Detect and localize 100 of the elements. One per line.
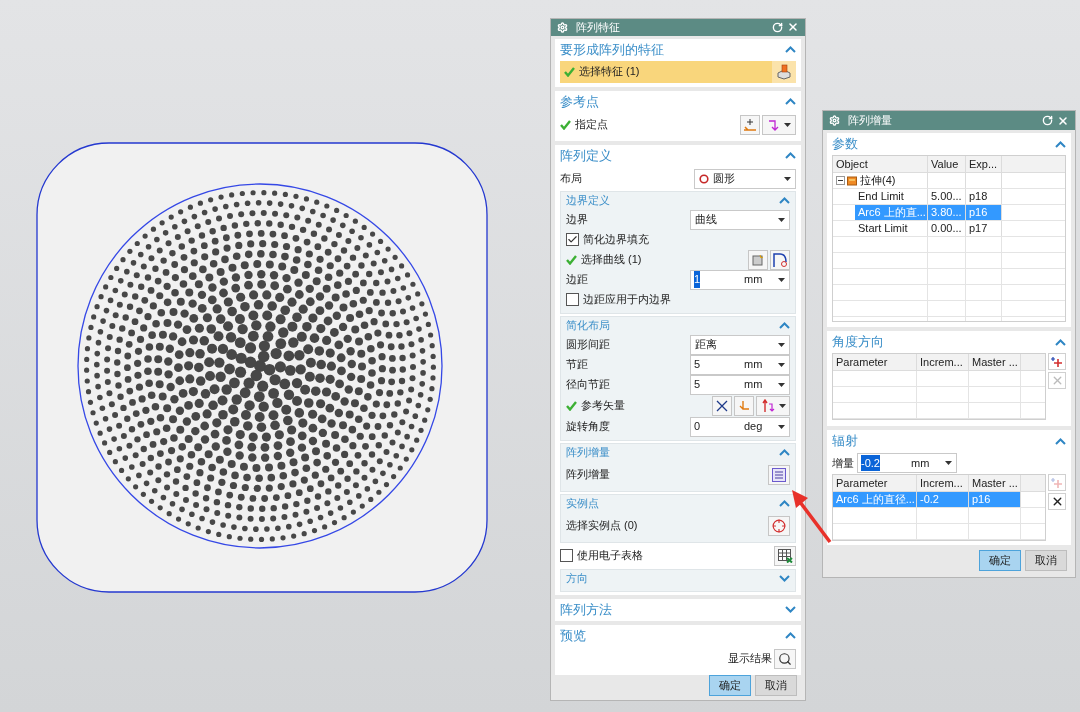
chevron-up-icon [785,152,796,159]
column-header[interactable]: Value [928,156,966,172]
dialog-button[interactable]: 取消 [1025,550,1067,571]
delete-button[interactable] [1048,493,1066,510]
point-type-dropdown[interactable] [762,114,796,135]
circle-icon [699,173,709,184]
checkbox-label: 简化边界填充 [583,232,649,248]
column-header[interactable]: Increm... [917,475,969,491]
section-header[interactable]: 阵列定义 [560,144,796,167]
field-label: 旋转角度 [566,419,610,435]
add-button[interactable] [1048,353,1066,370]
vector-icon [738,399,750,412]
table-cell: Arc6 上的直径... [833,492,917,507]
column-header[interactable]: Parameter [833,475,917,491]
dropdown[interactable]: 距离 [690,334,790,355]
chevron-down-icon [785,606,796,613]
selection-row[interactable]: 选择特征 (1) [560,60,796,83]
parameter-table-icon [772,467,786,482]
dialog-button[interactable]: 确定 [979,550,1021,571]
column-header[interactable]: Master ... [969,475,1021,491]
dropdown[interactable]: 曲线 [690,209,790,230]
table-row[interactable]: Start Limit 0.00... p17 [855,221,1002,236]
spreadsheet-button[interactable] [774,545,796,566]
crosshair-icon [772,518,786,533]
close-icon[interactable] [787,21,799,34]
section-header[interactable]: 辐射 [832,430,1066,452]
field-label: 显示结果 [728,651,772,667]
table-cell: 5.00... [928,189,966,204]
column-header[interactable]: Master ... [969,354,1021,370]
direction-arrows-icon [760,398,775,413]
table-cell: -0.2 [917,492,969,507]
checkbox-label: 使用电子表格 [577,548,643,564]
table-cell: End Limit [855,189,928,204]
add-parameter-icon [1051,355,1063,368]
collapse-icon[interactable] [836,176,845,185]
section-header[interactable]: 参考点 [560,90,796,113]
chevron-up-icon [779,449,790,456]
chevron-up-icon [779,322,790,329]
tree-node-label[interactable]: 拉伸(4) [860,172,896,189]
dialog-button[interactable]: 取消 [755,674,797,696]
add-parameter-icon [1051,476,1063,489]
table-row[interactable]: End Limit 5.00... p18 [855,189,1002,204]
field-label: 边距 [566,272,588,288]
vector-type-dropdown[interactable] [756,395,790,416]
feature-icon [847,175,858,186]
table-cell: Start Limit [855,221,928,236]
instance-point-button[interactable] [768,515,790,536]
field-label: 参考矢量 [581,398,625,414]
column-header[interactable]: Exp... [966,156,1002,172]
spreadsheet-icon [777,548,793,563]
table-cell: p16 [969,492,1021,507]
reverse-direction-button[interactable] [712,395,732,416]
column-header[interactable]: Increm... [917,354,969,370]
inferred-point-icon [767,117,780,132]
point-dialog-button[interactable] [740,114,760,135]
checkbox[interactable] [566,233,579,246]
chevron-up-icon [1055,437,1066,445]
section-header[interactable]: 阵列方法 [560,598,796,621]
chevron-up-icon [779,500,790,507]
section-header[interactable]: 参数 [832,133,1066,155]
dialog-title: 阵列增量 [848,113,892,129]
reset-icon[interactable] [1042,115,1053,126]
increment-button[interactable] [768,464,790,485]
check-icon [567,234,578,245]
table-cell: p18 [966,189,1002,204]
section-header[interactable]: 要形成阵列的特征 [560,38,796,61]
select-curve-button[interactable] [770,249,790,270]
table-cell: p17 [966,221,1002,236]
cross-arrows-icon [716,399,728,412]
dialog-button[interactable]: 确定 [709,674,751,696]
checkbox[interactable] [560,549,573,562]
section-header[interactable]: 角度方向 [832,331,1066,353]
chevron-up-icon [779,197,790,204]
section-header[interactable]: 预览 [560,624,796,647]
block-icon [776,63,792,80]
field-label: 布局 [560,171,582,187]
checkbox[interactable] [566,293,579,306]
field-label: 阵列增量 [566,467,610,483]
reset-icon[interactable] [772,21,783,33]
close-icon[interactable] [1057,114,1069,127]
field-label: 指定点 [575,117,608,133]
column-header[interactable]: Parameter [833,354,917,370]
field-label: 增量 [832,455,854,471]
caret-down-icon [784,176,791,181]
selection-label: 选择特征 (1) [579,64,640,80]
field-label: 选择实例点 (0) [566,518,638,534]
annotation-arrow [792,490,832,544]
field-label: 边界 [566,212,588,228]
settings-icon[interactable] [557,21,568,33]
settings-icon[interactable] [829,115,840,126]
curve-rule-button[interactable] [748,249,768,270]
chevron-down-icon [779,575,790,582]
column-header[interactable]: Object [833,156,928,172]
chevron-up-icon [1055,140,1066,148]
table-cell: 3.80... [928,205,966,220]
checkbox-label: 边距应用于内边界 [583,292,671,308]
show-result-button[interactable] [774,648,796,669]
field-label: 径向节距 [566,377,610,393]
dropdown[interactable]: 圆形 [694,168,796,189]
feature-button[interactable] [772,60,796,83]
